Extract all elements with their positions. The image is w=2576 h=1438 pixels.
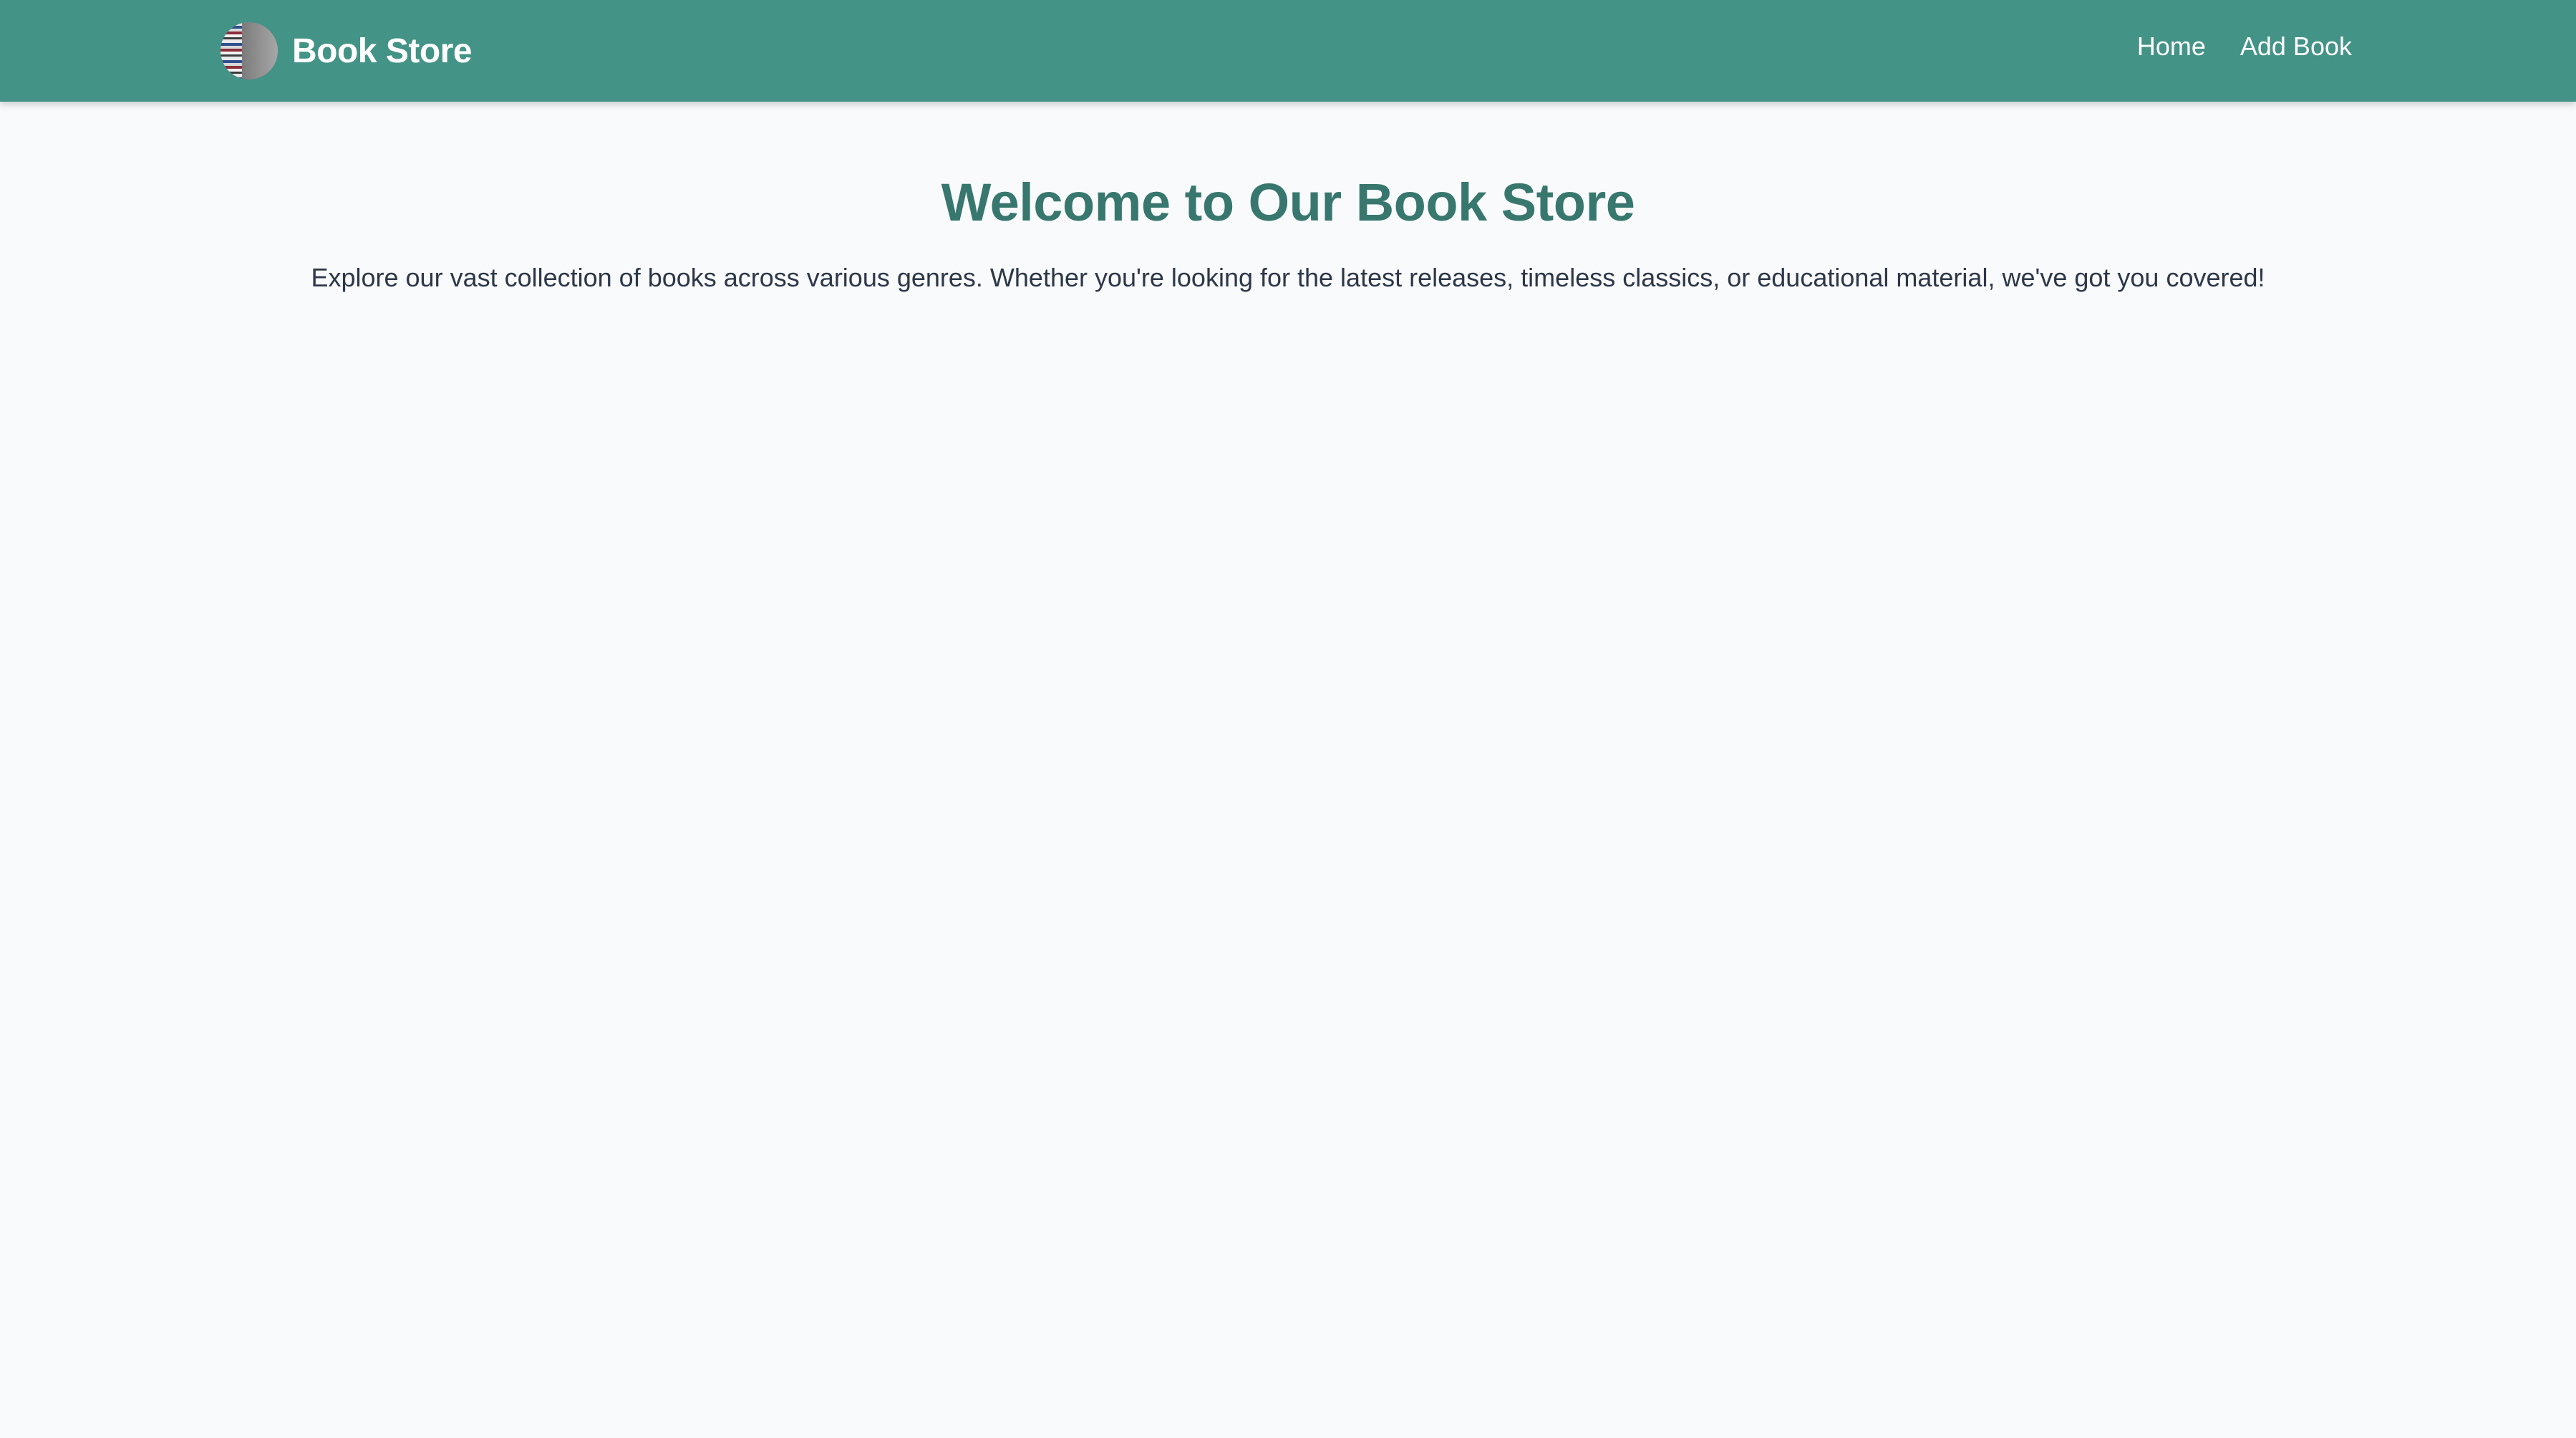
bookshelf-logo-icon <box>221 22 278 79</box>
brand-link[interactable]: Book Store <box>221 22 473 79</box>
page-title: Welcome to Our Book Store <box>941 173 1635 232</box>
navbar: Book Store Home Add Book <box>0 0 2576 102</box>
hero-section: Welcome to Our Book Store Explore our va… <box>0 102 2576 296</box>
brand-name: Book Store <box>292 32 473 70</box>
hero-description: Explore our vast collection of books acr… <box>311 263 2265 292</box>
nav-link-home[interactable]: Home <box>2137 32 2206 62</box>
nav-links: Home Add Book <box>2137 32 2352 62</box>
nav-link-add-book[interactable]: Add Book <box>2240 32 2352 62</box>
